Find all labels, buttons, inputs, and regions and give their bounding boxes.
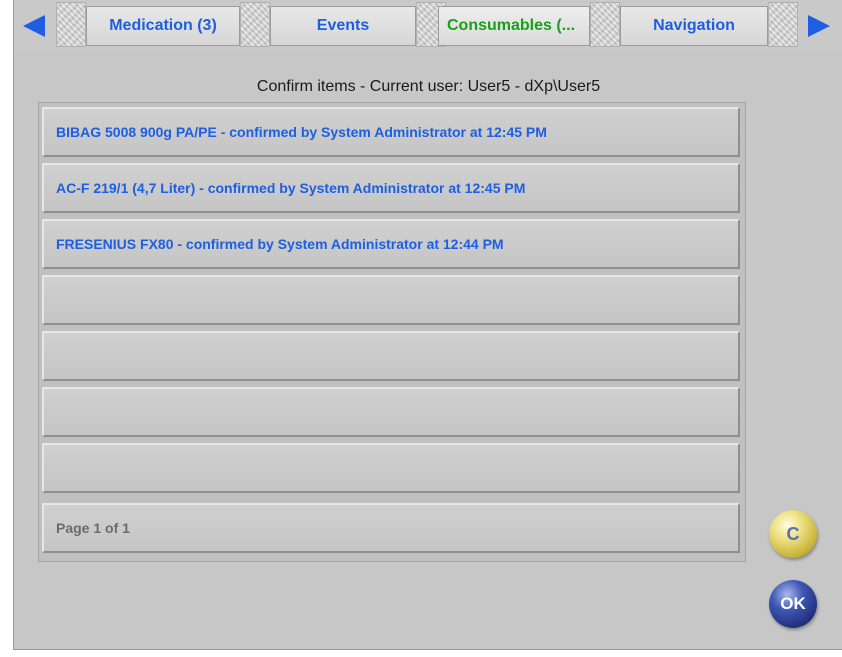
list-item[interactable]	[42, 275, 740, 325]
window: Medication (3) Events Consumables (... N…	[0, 0, 842, 657]
tab-separator	[240, 2, 270, 47]
page-title: Confirm items - Current user: User5 - dX…	[256, 78, 601, 95]
tab-medication[interactable]: Medication (3)	[86, 6, 240, 46]
tab-events[interactable]: Events	[270, 6, 416, 46]
cancel-button[interactable]: C	[769, 510, 817, 558]
list-item[interactable]	[42, 443, 740, 493]
tab-bar: Medication (3) Events Consumables (... N…	[14, 0, 842, 52]
list-item[interactable]: BIBAG 5008 900g PA/PE - confirmed by Sys…	[42, 107, 740, 157]
list-item[interactable]: AC-F 219/1 (4,7 Liter) - confirmed by Sy…	[42, 163, 740, 213]
ok-button-label: OK	[780, 594, 806, 613]
ok-button[interactable]: OK	[769, 580, 817, 628]
tab-separator	[768, 2, 798, 47]
scroll-tabs-left-button[interactable]	[14, 6, 54, 46]
cancel-button-label: C	[786, 523, 800, 544]
content-panel: Medication (3) Events Consumables (... N…	[13, 0, 842, 650]
confirmed-items-list: BIBAG 5008 900g PA/PE - confirmed by Sys…	[38, 102, 746, 562]
right-arrow-icon	[808, 15, 830, 37]
list-item[interactable]	[42, 331, 740, 381]
tab-separator	[590, 2, 620, 47]
page-indicator: Page 1 of 1	[42, 503, 740, 553]
scroll-tabs-right-button[interactable]	[799, 6, 839, 46]
tab-navigation[interactable]: Navigation	[620, 6, 768, 46]
left-arrow-icon	[23, 15, 45, 37]
list-item[interactable]: FRESENIUS FX80 - confirmed by System Adm…	[42, 219, 740, 269]
list-item[interactable]	[42, 387, 740, 437]
tab-separator	[56, 2, 86, 47]
tab-consumables[interactable]: Consumables (...	[438, 6, 590, 46]
